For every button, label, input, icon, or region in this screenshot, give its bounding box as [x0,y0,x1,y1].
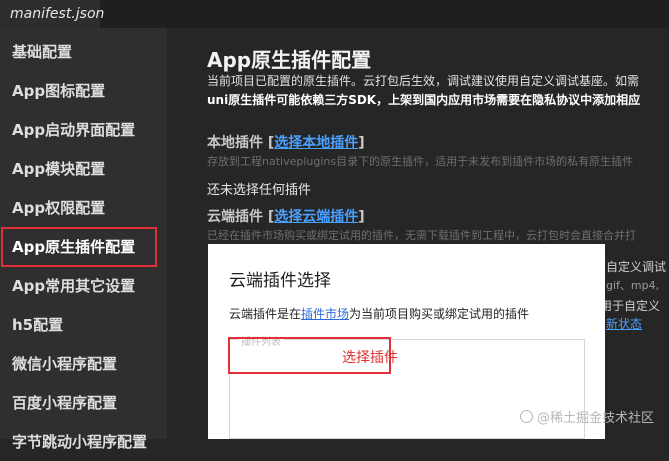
sidebar-item-weixin-mp[interactable]: 微信小程序配置 [0,345,167,383]
select-plugin-highlight: 选择插件 [228,337,398,374]
right-fragment-3: 用于自定义 [600,299,661,313]
sidebar-item-h5[interactable]: h5配置 [0,306,167,344]
cloud-plugins-hint: 已经在插件市场购买或绑定试用的插件，无需下载插件到工程中，云打包时会直接合并打 [207,229,636,242]
sidebar-item-app-icon[interactable]: App图标配置 [0,72,167,110]
select-local-plugins-link[interactable]: 选择本地插件 [274,135,358,151]
sidebar-item-basic[interactable]: 基础配置 [0,33,167,71]
page-title: App原生插件配置 [207,48,372,72]
local-plugins-hint: 存放到工程nativeplugins目录下的原生插件，适用于未发布到插件市场的私… [207,155,634,168]
select-plugin-annotation: 选择插件 [342,350,398,366]
cloud-plugins-label: 云端插件 [207,209,263,225]
cloud-plugins-heading: 云端插件 [选择云端插件] [207,209,365,225]
sidebar-item-app-splash[interactable]: App启动界面配置 [0,111,167,149]
description-line-2: uni原生插件可能依赖三方SDK，上架到国内应用市场需要在隐私协议中添加相应 [207,93,641,107]
sidebar-item-baidu-mp[interactable]: 百度小程序配置 [0,384,167,422]
dialog-desc-suffix: 为当前项目购买或绑定试用的插件 [349,307,530,321]
plugin-market-link[interactable]: 插件市场 [301,307,349,321]
watermark: @稀土掘金技术社区 [520,407,654,426]
dialog-title: 云端插件选择 [229,271,331,291]
right-status-link[interactable]: 新状态 [606,317,642,331]
dialog-desc-prefix: 云端插件是在 [229,307,302,321]
right-fragment-2: gif、mp4, [606,279,660,292]
no-plugins-text: 还未选择任何插件 [207,183,312,198]
local-plugins-heading: 本地插件 [选择本地插件] [207,135,365,151]
local-plugins-label: 本地插件 [207,135,263,151]
editor-tab-bar: manifest.json [0,0,669,28]
sidebar-item-app-permissions[interactable]: App权限配置 [0,189,167,227]
sidebar-item-toutiao-mp[interactable]: 字节跳动小程序配置 [0,423,167,461]
active-item-highlight [1,227,157,267]
watermark-text: @稀土掘金技术社区 [537,411,655,426]
sidebar-item-app-other-settings[interactable]: App常用其它设置 [0,267,167,305]
description-line-1: 当前项目已配置的原生插件。云打包后生效，调试建议使用自定义调试基座。如需 [207,74,640,88]
select-cloud-plugins-link[interactable]: 选择云端插件 [274,209,358,225]
sidebar-item-app-modules[interactable]: App模块配置 [0,150,167,188]
right-fragment-4[interactable]: 新状态 [606,315,642,332]
tab-manifest-json[interactable]: manifest.json [0,0,104,28]
watermark-logo-icon [520,410,533,423]
dialog-description: 云端插件是在插件市场为当前项目购买或绑定试用的插件 [229,305,529,322]
right-fragment-1: 自定义调试 [606,260,667,274]
